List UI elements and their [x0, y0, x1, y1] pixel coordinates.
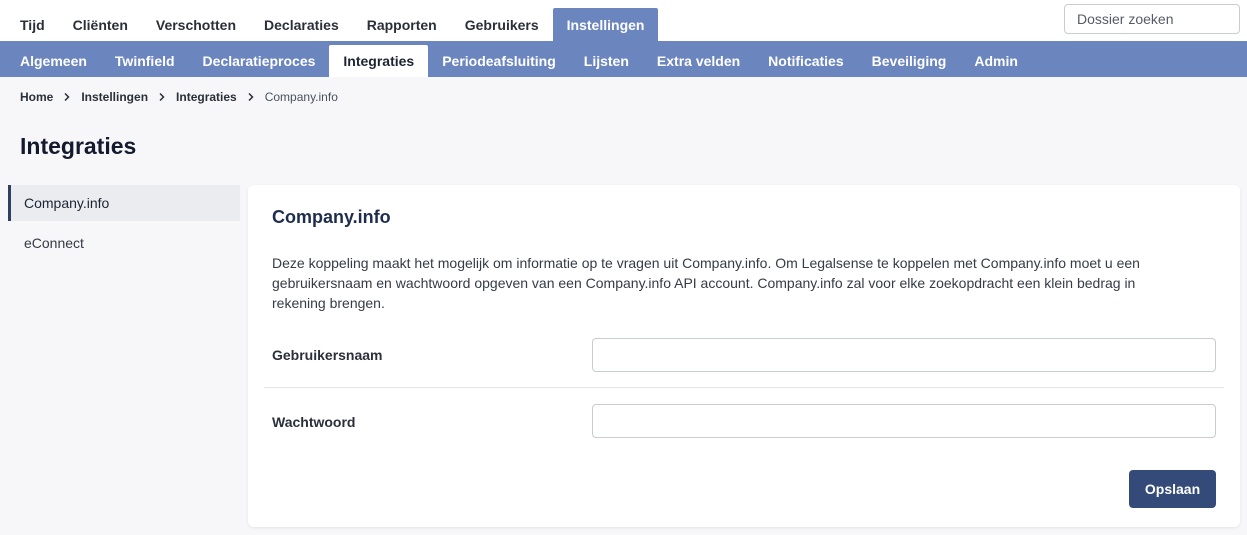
tab-algemeen[interactable]: Algemeen [6, 45, 101, 77]
breadcrumb-instellingen[interactable]: Instellingen [81, 90, 148, 104]
nav-item-verschotten[interactable]: Verschotten [142, 8, 250, 41]
page-title: Integraties [20, 133, 137, 159]
nav-item-gebruikers[interactable]: Gebruikers [451, 8, 553, 41]
settings-tab-bar: Algemeen Twinfield Declaratieproces Inte… [0, 41, 1247, 77]
side-item-company-info[interactable]: Company.info [8, 185, 240, 221]
nav-item-tijd[interactable]: Tijd [6, 8, 59, 41]
chevron-right-icon [246, 92, 256, 102]
main-menu: Tijd Cliënten Verschotten Declaraties Ra… [6, 8, 659, 41]
password-label: Wachtwoord [272, 414, 356, 430]
tab-beveiliging[interactable]: Beveiliging [858, 45, 961, 77]
card-description: Deze koppeling maakt het mogelijk om inf… [272, 255, 1140, 311]
chevron-right-icon [157, 92, 167, 102]
breadcrumb-home[interactable]: Home [20, 90, 53, 104]
card-title: Company.info [272, 207, 391, 227]
nav-item-instellingen[interactable]: Instellingen [552, 8, 659, 41]
breadcrumb-current: Company.info [264, 90, 338, 104]
side-item-econnect[interactable]: eConnect [8, 225, 240, 261]
divider [264, 387, 1224, 388]
integration-settings-card: Company.info Deze koppeling maakt het mo… [248, 185, 1240, 527]
username-label: Gebruikersnaam [272, 347, 383, 363]
tab-lijsten[interactable]: Lijsten [570, 45, 643, 77]
tab-notificaties[interactable]: Notificaties [754, 45, 857, 77]
tab-admin[interactable]: Admin [960, 45, 1032, 77]
breadcrumb: Home Instellingen Integraties Company.in… [20, 89, 338, 105]
nav-item-declaraties[interactable]: Declaraties [250, 8, 353, 41]
nav-item-clienten[interactable]: Cliënten [59, 8, 142, 41]
settings-tabs: Algemeen Twinfield Declaratieproces Inte… [6, 45, 1032, 77]
tab-periodeafsluiting[interactable]: Periodeafsluiting [428, 45, 570, 77]
save-button[interactable]: Opslaan [1129, 470, 1216, 508]
dossier-search-input[interactable] [1064, 4, 1240, 34]
breadcrumb-integraties[interactable]: Integraties [176, 90, 237, 104]
nav-item-rapporten[interactable]: Rapporten [353, 8, 451, 41]
tab-twinfield[interactable]: Twinfield [101, 45, 189, 77]
password-field[interactable] [592, 404, 1216, 438]
integration-side-menu: Company.info eConnect [8, 185, 240, 265]
chevron-right-icon [62, 92, 72, 102]
username-field[interactable] [592, 338, 1216, 372]
tab-extra-velden[interactable]: Extra velden [643, 45, 754, 77]
tab-declaratieproces[interactable]: Declaratieproces [189, 45, 330, 77]
tab-integraties[interactable]: Integraties [329, 45, 429, 77]
top-navigation-bar: Tijd Cliënten Verschotten Declaraties Ra… [0, 0, 1247, 41]
